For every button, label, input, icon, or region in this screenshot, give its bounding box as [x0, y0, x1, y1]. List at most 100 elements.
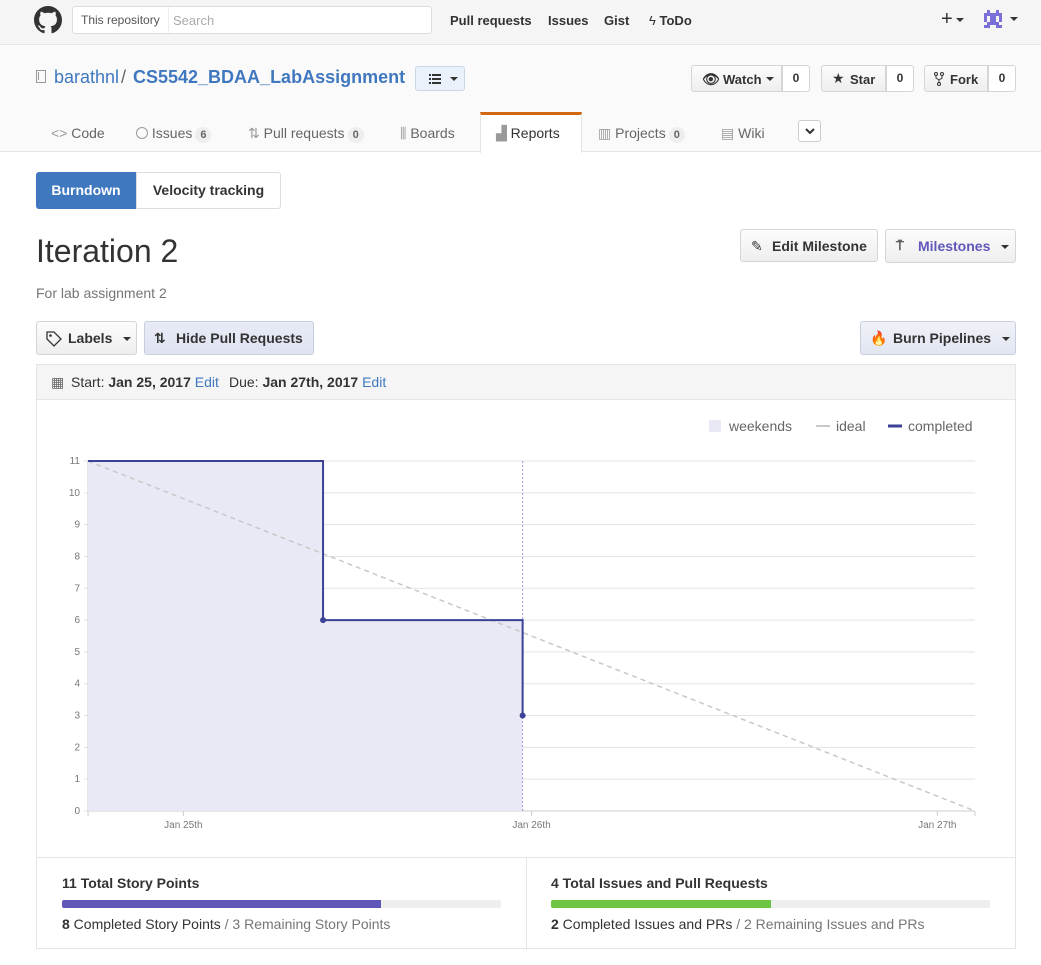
chevron-down-icon — [123, 337, 131, 341]
completed-area — [88, 461, 523, 811]
tab-boards[interactable]: ⫼ Boards — [400, 124, 455, 144]
completed-point — [519, 712, 526, 719]
github-logo-icon[interactable] — [34, 6, 62, 34]
tab-code[interactable]: <> Code — [51, 124, 105, 144]
story-points-detail: 8 Completed Story Points / 3 Remaining S… — [62, 916, 390, 932]
eye-icon: 👁 — [702, 71, 720, 87]
fork-button[interactable]: Fork — [924, 65, 988, 92]
chevron-down-icon — [805, 128, 815, 135]
tab-pull-requests[interactable]: ⇅ Pull requests 0 — [248, 124, 364, 144]
search-scope-label[interactable]: This repository — [73, 7, 169, 33]
search-input[interactable] — [171, 11, 421, 29]
chevron-down-icon — [1002, 337, 1010, 341]
tab-pull-requests-count: 0 — [347, 127, 364, 143]
completed-story-points-count: 8 — [62, 916, 70, 932]
start-date-label: Start: — [71, 374, 105, 390]
issues-detail: 2 Completed Issues and PRs / 2 Remaining… — [551, 916, 925, 932]
milestone-description: For lab assignment 2 — [36, 285, 167, 301]
watch-button[interactable]: 👁 Watch — [691, 65, 782, 92]
nav-pull-requests[interactable]: Pull requests — [450, 13, 532, 28]
labels-dropdown[interactable]: Labels — [36, 321, 137, 355]
issue-opened-icon — [136, 127, 148, 139]
edit-milestone-button[interactable]: ✎ Edit Milestone — [740, 229, 878, 262]
y-tick-label: 0 — [74, 806, 80, 817]
create-new-menu[interactable]: + — [941, 8, 964, 31]
repo-name-link[interactable]: CS5542_BDAA_LabAssignment — [133, 67, 405, 88]
x-tick-label: Jan 26th — [512, 820, 550, 831]
tab-pull-requests-label: Pull requests — [263, 125, 345, 141]
milestone-dates-bar: ▦ Start: Jan 25, 2017 Edit Due: Jan 27th… — [37, 365, 1015, 400]
story-points-progress — [62, 900, 501, 908]
y-tick-label: 1 — [74, 774, 80, 785]
y-tick-label: 7 — [74, 583, 80, 594]
tab-reports[interactable]: ▟ Reports — [496, 124, 560, 144]
tab-wiki-label: Wiki — [738, 125, 765, 141]
issues-progress-fill — [551, 900, 771, 908]
star-button[interactable]: ★ Star — [821, 65, 886, 92]
story-points-progress-fill — [62, 900, 382, 908]
edit-due-date-link[interactable]: Edit — [362, 374, 386, 390]
total-story-points: 11 Total Story Points — [62, 875, 200, 891]
tab-issues-label: Issues — [151, 125, 193, 141]
avatar-chevron-down-icon[interactable] — [1010, 17, 1018, 21]
repo-icon — [36, 70, 46, 83]
due-date-value: Jan 27th, 2017 — [262, 374, 359, 390]
git-pull-request-icon: ⇅ — [154, 330, 166, 346]
book-icon: ▤ — [721, 125, 735, 141]
velocity-tracking-tab[interactable]: Velocity tracking — [136, 172, 281, 209]
burndown-tab[interactable]: Burndown — [36, 172, 136, 209]
fork-count[interactable]: 0 — [988, 65, 1016, 92]
repo-owner-link[interactable]: barathnl — [54, 67, 119, 88]
nav-gist[interactable]: Gist — [604, 13, 629, 28]
chevron-down-icon — [1001, 245, 1009, 249]
legend-weekends: weekends — [709, 418, 792, 434]
chart-plot-area: 0 1 2 3 4 5 6 7 8 9 10 11 Jan 25th Jan 26th Jan 27th — [69, 456, 976, 831]
nav-issues[interactable]: Issues — [548, 13, 588, 28]
avatar[interactable] — [984, 10, 1002, 28]
chart-legend: weekends ideal completed — [709, 418, 973, 434]
legend-completed: completed — [888, 418, 973, 434]
burn-pipelines-dropdown[interactable]: 🔥 Burn Pipelines — [860, 321, 1016, 355]
legend-weekends-label: weekends — [728, 418, 792, 434]
y-tick-label: 11 — [70, 456, 81, 467]
y-tick-label: 6 — [74, 615, 80, 626]
tab-issues[interactable]: Issues 6 — [136, 124, 212, 144]
edit-start-date-link[interactable]: Edit — [195, 374, 219, 390]
tab-wiki[interactable]: ▤ Wiki — [721, 124, 765, 144]
legend-completed-label: completed — [908, 418, 973, 434]
issues-progress — [551, 900, 990, 908]
tab-projects-label: Projects — [615, 125, 666, 141]
chevron-down-icon — [450, 77, 458, 81]
nav-todo[interactable]: ϟ ToDo — [649, 13, 692, 28]
start-date-value: Jan 25, 2017 — [108, 374, 191, 390]
watch-label: Watch — [723, 72, 762, 87]
legend-ideal: ideal — [816, 418, 866, 434]
pencil-icon: ✎ — [751, 238, 763, 254]
plus-icon: + — [941, 8, 953, 30]
hide-pull-requests-button[interactable]: ⇅ Hide Pull Requests — [144, 321, 314, 355]
legend-ideal-label: ideal — [836, 418, 866, 434]
star-count[interactable]: 0 — [886, 65, 914, 92]
chevron-down-icon — [766, 77, 774, 81]
milestones-dropdown[interactable]: ⍑ Milestones — [885, 229, 1016, 263]
tab-reports-label: Reports — [510, 125, 560, 141]
legend-weekends-swatch — [709, 420, 721, 432]
watch-count[interactable]: 0 — [782, 65, 810, 92]
list-icon — [429, 74, 441, 84]
nav-todo-label: ToDo — [659, 13, 692, 28]
edit-milestone-label: Edit Milestone — [772, 238, 867, 254]
remaining-issues: / 2 Remaining Issues and PRs — [732, 916, 925, 932]
more-tabs-button[interactable] — [798, 120, 821, 142]
boards-icon: ⫼ — [400, 125, 407, 141]
y-tick-label: 2 — [74, 742, 80, 753]
tab-projects[interactable]: ▥ Projects 0 — [598, 124, 685, 144]
y-tick-label: 9 — [74, 520, 80, 531]
flame-icon: 🔥 — [870, 330, 888, 346]
tab-code-label: Code — [71, 125, 105, 141]
repo-menu-button[interactable] — [415, 66, 465, 91]
fork-icon — [934, 72, 944, 86]
y-tick-label: 3 — [74, 711, 80, 722]
calendar-icon: ▦ — [51, 374, 65, 390]
todo-icon: ϟ — [649, 13, 656, 28]
completed-story-points-label: Completed Story Points — [69, 916, 221, 932]
